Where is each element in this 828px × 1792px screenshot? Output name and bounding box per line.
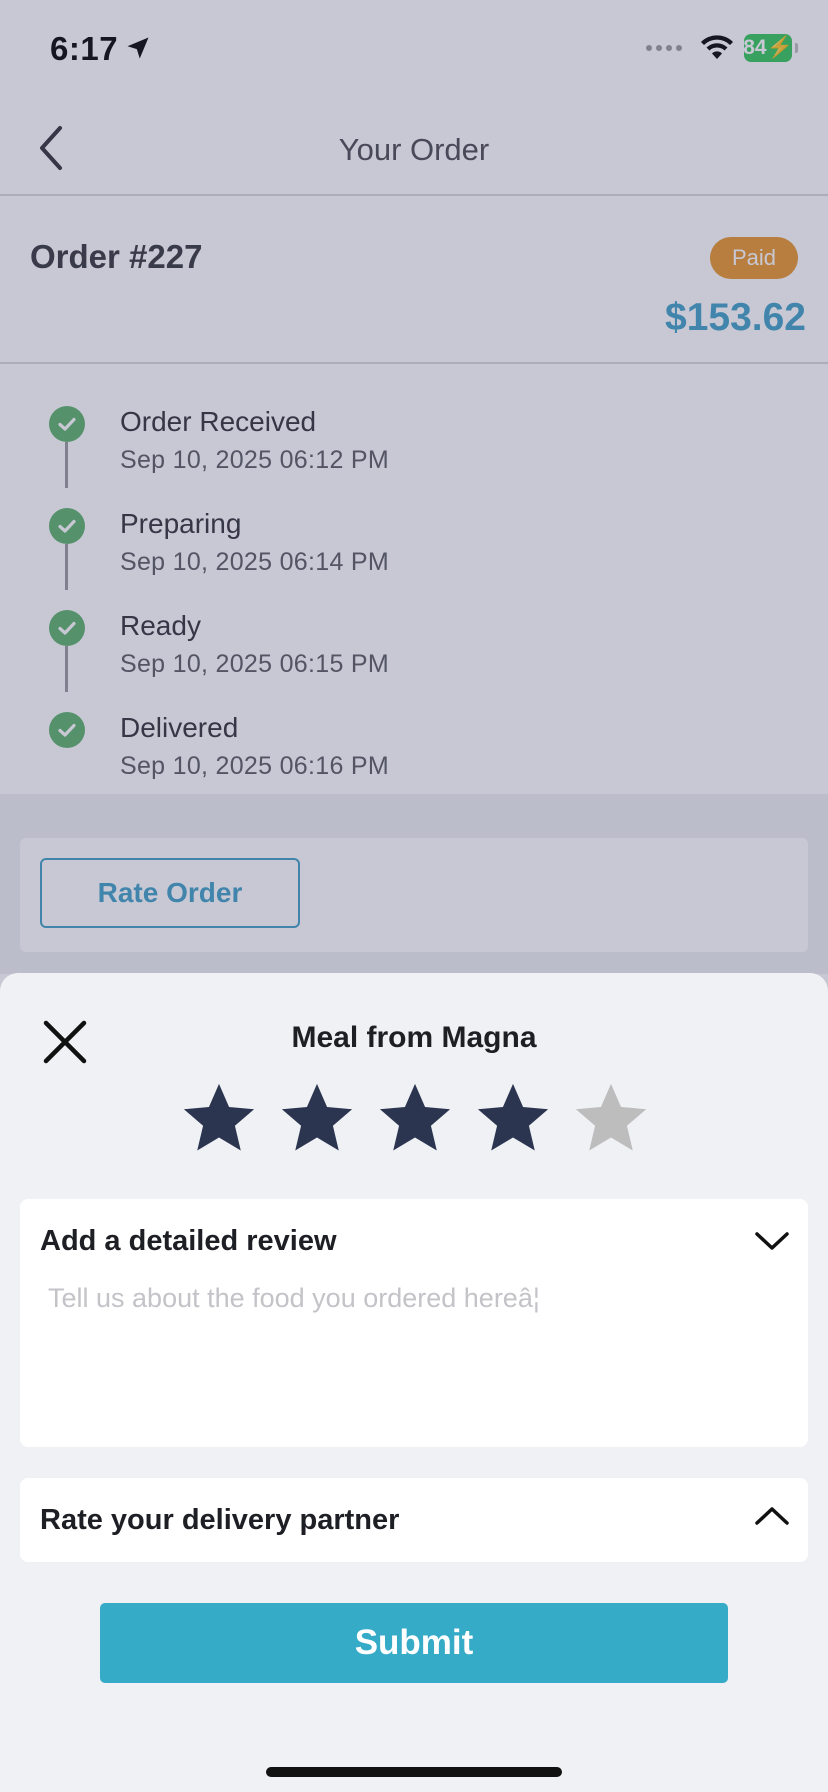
home-indicator-area — [0, 1721, 828, 1792]
star-icon[interactable] — [278, 1079, 356, 1157]
star-icon[interactable] — [376, 1079, 454, 1157]
delivery-partner-title: Rate your delivery partner — [40, 1504, 400, 1536]
star-icon[interactable] — [474, 1079, 552, 1157]
rating-bottom-sheet: Meal from Magna Add a detailed review Ra… — [0, 973, 828, 1721]
star-icon[interactable] — [180, 1079, 258, 1157]
delivery-partner-card[interactable]: Rate your delivery partner — [20, 1478, 808, 1562]
submit-button[interactable]: Submit — [100, 1603, 728, 1683]
review-section-title[interactable]: Add a detailed review — [40, 1225, 337, 1258]
home-indicator[interactable] — [266, 1767, 562, 1777]
chevron-down-icon[interactable] — [754, 1229, 790, 1253]
star-rating — [180, 1079, 650, 1157]
chevron-up-icon[interactable] — [754, 1504, 790, 1528]
detailed-review-card: Add a detailed review — [20, 1199, 808, 1447]
review-textarea[interactable] — [48, 1283, 778, 1423]
star-icon[interactable] — [572, 1079, 650, 1157]
sheet-title: Meal from Magna — [291, 1021, 537, 1054]
